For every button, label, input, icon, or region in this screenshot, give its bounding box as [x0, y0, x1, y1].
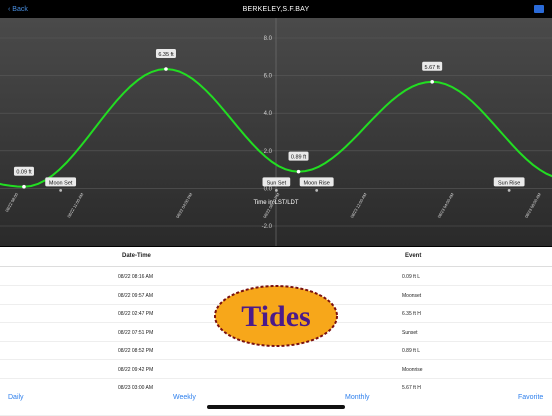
tide-point [430, 80, 434, 84]
tide-point [164, 67, 168, 71]
grid-icon[interactable] [534, 5, 544, 13]
tide-point [22, 184, 26, 189]
y-tick-label: 4.0 [264, 111, 273, 117]
event-point [274, 189, 278, 192]
bottom-toolbar: Daily Weekly Monthly Favorite [0, 392, 552, 414]
daily-button[interactable]: Daily [8, 394, 24, 401]
home-indicator [207, 405, 345, 409]
tide-chart-svg: 8.0 6.0 4.0 2.0 0.0 -2.0 0.09 ft 6.35 ft 0.89 f… [0, 18, 552, 246]
header-datetime: Date-Time [122, 253, 151, 259]
event-label: Sun Rise [498, 180, 520, 186]
y-tick-label: 2.0 [264, 149, 273, 155]
cell-event: 5.67 ft H [402, 385, 421, 391]
cell-datetime: 08/22 09:57 AM [118, 292, 154, 299]
cell-datetime: 08/22 02:47 PM [118, 311, 154, 317]
y-tick-label: 8.0 [264, 36, 273, 42]
cell-event: Sunset [402, 329, 418, 336]
cell-event: 6.35 ft H [402, 311, 421, 317]
cell-datetime: 08/23 03:00 AM [118, 385, 154, 391]
y-tick-label: 0.0 [264, 186, 273, 192]
event-label: Moon Rise [304, 180, 330, 186]
cell-event: 0.89 ft L [402, 348, 421, 354]
cell-event: 0.09 ft L [402, 274, 421, 280]
event-point [59, 189, 63, 192]
station-title: BERKELEY,S.F.BAY [242, 6, 310, 13]
table-row[interactable]: 08/22 09:42 PM Moonrise [0, 360, 552, 379]
y-tick-label: 6.0 [264, 74, 273, 80]
x-axis-label: Time in LST/LDT [253, 200, 298, 206]
weekly-button[interactable]: Weekly [173, 394, 196, 401]
cell-datetime: 08/22 08:16 AM [118, 274, 154, 280]
cell-event: Moonset [402, 292, 422, 299]
badge-text: Tides [241, 300, 310, 333]
event-label: Sun Set [267, 180, 287, 186]
cell-datetime: 08/22 08:52 PM [118, 348, 154, 354]
event-point [315, 189, 319, 192]
tide-label: 0.09 ft [16, 170, 32, 176]
tides-badge: Tides [214, 285, 338, 347]
table-header: Date-Time Event [0, 247, 552, 267]
monthly-button[interactable]: Monthly [345, 394, 370, 401]
event-point [507, 189, 511, 192]
tide-label: 0.89 ft [291, 155, 307, 161]
tide-label: 6.35 ft [158, 52, 174, 58]
favorite-button[interactable]: Favorite [518, 394, 543, 401]
tide-label: 5.67 ft [425, 65, 441, 71]
tide-chart[interactable]: 8.0 6.0 4.0 2.0 0.0 -2.0 0.09 ft 6.35 ft 0.89 f… [0, 0, 552, 247]
y-tick-label: -2.0 [262, 224, 273, 230]
event-label: Moon Set [49, 180, 73, 186]
tide-point [296, 169, 301, 174]
cell-datetime: 08/22 09:42 PM [118, 366, 154, 373]
header-event: Event [405, 253, 422, 259]
cell-event: Moonrise [402, 366, 423, 373]
cell-datetime: 08/22 07:51 PM [118, 329, 154, 336]
